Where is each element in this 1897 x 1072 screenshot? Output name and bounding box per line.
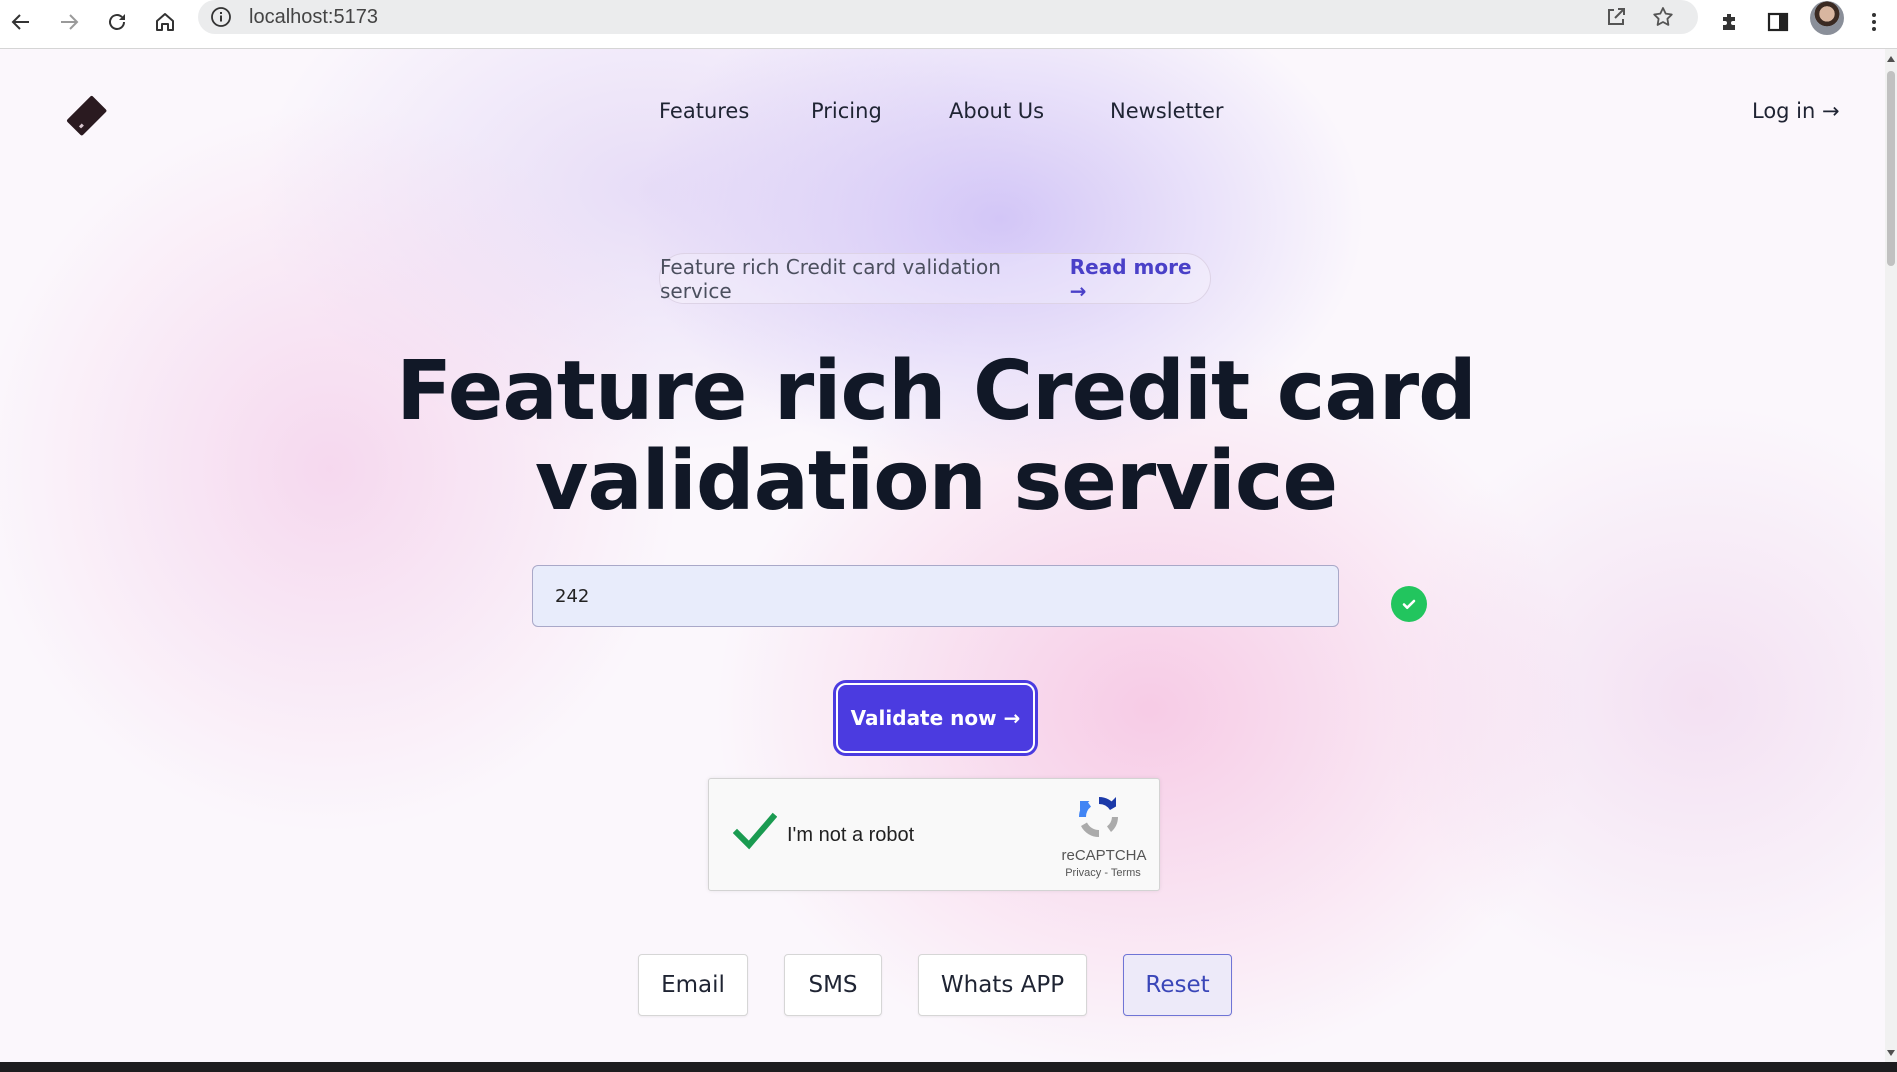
side-panel-icon[interactable] (1760, 4, 1796, 40)
recaptcha-widget: I'm not a robot reCAPTCHA Privacy - Term… (708, 778, 1160, 891)
page-title: Feature rich Credit card validation serv… (300, 347, 1572, 527)
star-icon[interactable] (1651, 5, 1675, 29)
back-arrow-icon[interactable] (3, 4, 39, 40)
title-line-2: validation service (534, 434, 1338, 529)
home-icon[interactable] (147, 4, 183, 40)
read-more-link[interactable]: Read more → (1070, 255, 1210, 303)
scroll-down-arrow-icon[interactable] (1887, 1050, 1895, 1056)
address-bar[interactable]: localhost:5173 (198, 0, 1698, 34)
recaptcha-checkbox[interactable] (733, 811, 777, 851)
card-logo-icon[interactable] (64, 93, 108, 137)
valid-check-icon (1391, 586, 1427, 622)
login-link[interactable]: Log in → (1752, 99, 1840, 123)
page-scrollbar[interactable] (1885, 49, 1897, 1062)
nav-about-us[interactable]: About Us (949, 99, 1044, 123)
sms-button[interactable]: SMS (784, 954, 882, 1016)
validate-button[interactable]: Validate now → (836, 683, 1035, 753)
nav-pricing[interactable]: Pricing (811, 99, 882, 123)
scroll-thumb[interactable] (1887, 71, 1895, 266)
scroll-up-arrow-icon[interactable] (1887, 56, 1895, 62)
reload-icon[interactable] (99, 4, 135, 40)
info-icon[interactable] (210, 6, 232, 28)
recaptcha-separator: - (1101, 867, 1111, 879)
email-button[interactable]: Email (638, 954, 748, 1016)
browser-toolbar: localhost:5173 (0, 0, 1897, 49)
recaptcha-privacy-link[interactable]: Privacy (1065, 867, 1101, 879)
whatsapp-button[interactable]: Whats APP (918, 954, 1087, 1016)
announcement-pill: Feature rich Credit card validation serv… (659, 253, 1211, 304)
nav-newsletter[interactable]: Newsletter (1110, 99, 1224, 123)
card-number-input[interactable] (532, 565, 1339, 627)
title-line-1: Feature rich Credit card (396, 344, 1477, 439)
share-icon[interactable] (1604, 5, 1628, 29)
kebab-menu-icon[interactable] (1856, 4, 1892, 40)
forward-arrow-icon[interactable] (51, 4, 87, 40)
recaptcha-logo-icon (1079, 797, 1118, 838)
recaptcha-terms-link[interactable]: Terms (1111, 867, 1141, 879)
page-viewport: Features Pricing About Us Newsletter Log… (0, 49, 1885, 1062)
announcement-text: Feature rich Credit card validation serv… (660, 254, 1001, 303)
avatar[interactable] (1810, 1, 1844, 35)
reset-button[interactable]: Reset (1123, 954, 1232, 1016)
nav-features[interactable]: Features (659, 99, 749, 123)
url-text: localhost:5173 (249, 6, 378, 28)
recaptcha-brand: reCAPTCHA (1061, 847, 1147, 864)
recaptcha-links: Privacy - Terms (1053, 867, 1153, 879)
extensions-icon[interactable] (1712, 4, 1748, 40)
recaptcha-label: I'm not a robot (787, 824, 915, 846)
